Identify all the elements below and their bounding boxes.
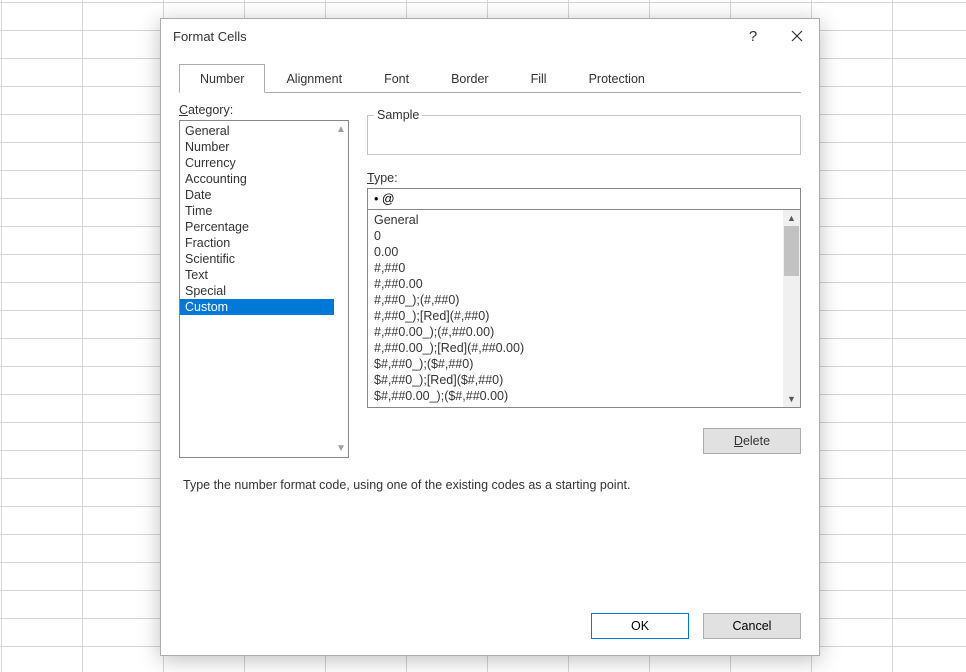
category-item-text[interactable]: Text	[180, 267, 334, 283]
scroll-up-icon: ▲	[783, 210, 800, 226]
type-section: Type: General 0 0.00 #,##0 #,##0.00 #,##…	[367, 171, 801, 408]
tab-border[interactable]: Border	[430, 64, 510, 93]
tab-protection[interactable]: Protection	[568, 64, 666, 93]
close-button[interactable]	[775, 19, 819, 53]
category-item-accounting[interactable]: Accounting	[180, 171, 334, 187]
scrollbar-thumb[interactable]	[784, 226, 799, 276]
type-item[interactable]: $#,##0_);[Red]($#,##0)	[368, 372, 783, 388]
ok-button[interactable]: OK	[591, 613, 689, 639]
scroll-up-icon: ▲	[336, 121, 346, 138]
dialog-content: Category: General Number Currency Accoun…	[161, 93, 819, 458]
type-item[interactable]: #,##0_);(#,##0)	[368, 292, 783, 308]
type-item[interactable]: #,##0.00_);(#,##0.00)	[368, 324, 783, 340]
type-item[interactable]: General	[368, 212, 783, 228]
type-item[interactable]: $#,##0_);($#,##0)	[368, 356, 783, 372]
category-item-currency[interactable]: Currency	[180, 155, 334, 171]
type-item[interactable]: #,##0_);[Red](#,##0)	[368, 308, 783, 324]
format-cells-dialog: Format Cells ? Number Alignment Font Bor…	[160, 18, 820, 656]
category-item-special[interactable]: Special	[180, 283, 334, 299]
delete-button[interactable]: Delete	[703, 428, 801, 454]
category-item-percentage[interactable]: Percentage	[180, 219, 334, 235]
type-item[interactable]: #,##0.00_);[Red](#,##0.00)	[368, 340, 783, 356]
type-item[interactable]: 0.00	[368, 244, 783, 260]
category-listbox[interactable]: General Number Currency Accounting Date …	[179, 120, 349, 458]
category-scrollbar[interactable]: ▲ ▼	[334, 121, 348, 457]
category-item-custom[interactable]: Custom	[180, 299, 334, 315]
category-label: Category:	[179, 103, 349, 117]
scroll-down-icon: ▼	[336, 440, 346, 457]
tab-font[interactable]: Font	[363, 64, 430, 93]
titlebar: Format Cells ?	[161, 19, 819, 53]
category-column: Category: General Number Currency Accoun…	[179, 103, 349, 458]
close-icon	[791, 30, 803, 42]
tab-fill[interactable]: Fill	[510, 64, 568, 93]
category-item-date[interactable]: Date	[180, 187, 334, 203]
right-column: Sample Type: General 0 0.00 #,##0 #,##0.…	[367, 103, 801, 458]
help-button[interactable]: ?	[731, 19, 775, 53]
type-label: Type:	[367, 171, 398, 185]
type-scrollbar[interactable]: ▲ ▼	[783, 210, 800, 407]
cancel-button[interactable]: Cancel	[703, 613, 801, 639]
hint-text: Type the number format code, using one o…	[161, 458, 819, 492]
type-item[interactable]: $#,##0.00_);($#,##0.00)	[368, 388, 783, 404]
category-item-number[interactable]: Number	[180, 139, 334, 155]
tab-number[interactable]: Number	[179, 64, 265, 93]
category-item-time[interactable]: Time	[180, 203, 334, 219]
category-item-general[interactable]: General	[180, 123, 334, 139]
tab-alignment[interactable]: Alignment	[265, 64, 363, 93]
type-item[interactable]: #,##0.00	[368, 276, 783, 292]
type-listbox[interactable]: General 0 0.00 #,##0 #,##0.00 #,##0_);(#…	[367, 210, 801, 408]
scroll-down-icon: ▼	[783, 391, 800, 407]
type-input[interactable]	[367, 188, 801, 210]
dialog-footer: OK Cancel	[161, 599, 819, 655]
dialog-title: Format Cells	[173, 29, 247, 44]
category-item-scientific[interactable]: Scientific	[180, 251, 334, 267]
tab-strip: Number Alignment Font Border Fill Protec…	[179, 63, 801, 93]
sample-label: Sample	[374, 108, 422, 122]
type-item[interactable]: 0	[368, 228, 783, 244]
type-item[interactable]: #,##0	[368, 260, 783, 276]
category-item-fraction[interactable]: Fraction	[180, 235, 334, 251]
sample-box: Sample	[367, 115, 801, 155]
